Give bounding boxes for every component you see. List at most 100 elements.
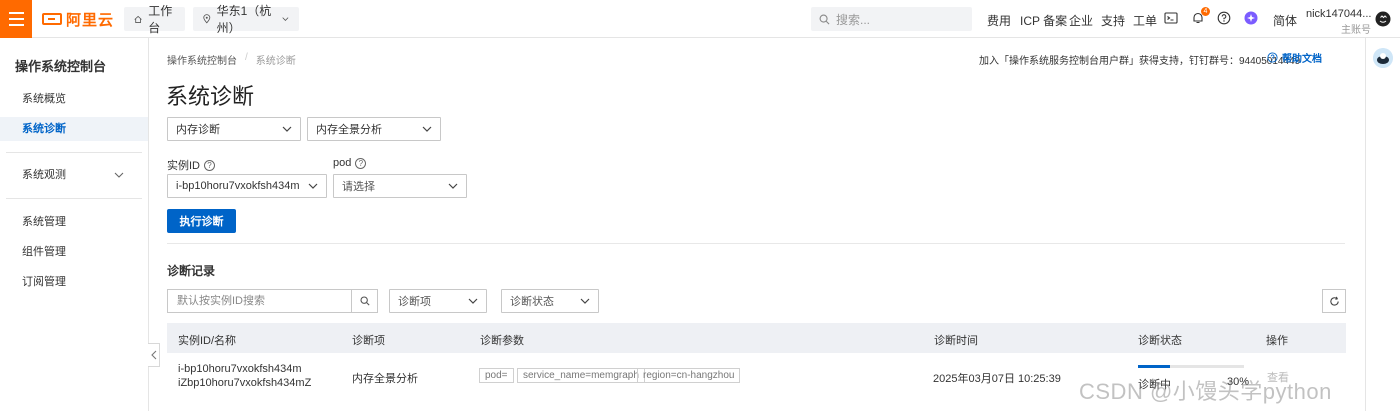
- instance-id-label: 实例ID ?: [167, 157, 215, 173]
- nav-link-icp[interactable]: ICP 备案: [1020, 12, 1067, 29]
- help-circle-icon: [1267, 52, 1278, 63]
- row-item: 内存全景分析: [352, 373, 418, 385]
- sidebar-item-subscription[interactable]: 订阅管理: [0, 270, 148, 294]
- breadcrumb-item-current: 系统诊断: [255, 56, 296, 67]
- refresh-icon: [1329, 296, 1339, 306]
- chevron-down-icon: [580, 298, 590, 304]
- support-group-text: 加入「操作系统服务控制台用户群」获得支持，钉钉群号：94405014449: [979, 56, 1301, 67]
- breadcrumb-item-console[interactable]: 操作系统控制台: [167, 52, 237, 67]
- chevron-down-icon: [468, 298, 478, 304]
- chevron-down-icon: [114, 172, 124, 178]
- global-search[interactable]: 搜索...: [811, 7, 972, 31]
- diagnosis-item-select[interactable]: 内存全景分析: [307, 117, 441, 141]
- question-icon[interactable]: ?: [355, 157, 367, 169]
- aliyun-logo[interactable]: 阿里云: [42, 10, 115, 29]
- assistant-icon: [1373, 48, 1393, 68]
- right-rail: [1365, 38, 1400, 411]
- watermark: CSDN @小馒头学python: [1079, 379, 1332, 404]
- assistant-avatar[interactable]: [1373, 48, 1393, 68]
- column-header: 操作: [1266, 335, 1288, 347]
- run-diagnosis-button[interactable]: 执行诊断: [167, 209, 236, 233]
- pod-select[interactable]: 请选择: [333, 174, 467, 198]
- chevron-down-icon: [422, 126, 432, 132]
- sidebar-divider: [6, 152, 142, 153]
- help-icon[interactable]: [1217, 11, 1231, 25]
- sidebar-item-system-manage[interactable]: 系统管理: [0, 210, 148, 234]
- sidebar: 操作系统控制台 系统概览 系统诊断 系统观测 系统管理 组件管理 订阅管理: [0, 38, 149, 411]
- records-title: 诊断记录: [167, 264, 216, 278]
- select-placeholder: 诊断状态: [510, 296, 554, 308]
- select-value: i-bp10horu7vxokfsh434m: [176, 180, 300, 192]
- filter-status-select[interactable]: 诊断状态: [501, 289, 599, 313]
- search-placeholder: 搜索...: [836, 12, 871, 27]
- filter-item-select[interactable]: 诊断项: [389, 289, 487, 313]
- user-role: 主账号: [1341, 25, 1371, 36]
- status-progress-fill: [1138, 365, 1170, 368]
- chevron-down-icon: [282, 17, 289, 21]
- records-search-input[interactable]: 默认按实例ID搜索: [167, 289, 352, 313]
- breadcrumb: 操作系统控制台 / 系统诊断: [167, 52, 296, 67]
- instance-id-select[interactable]: i-bp10horu7vxokfsh434m: [167, 174, 327, 198]
- nav-link-billing[interactable]: 费用: [987, 12, 1011, 29]
- sidebar-item-overview[interactable]: 系统概览: [0, 87, 148, 111]
- nav-link-ticket[interactable]: 工单: [1133, 12, 1157, 29]
- row-instance-name: iZbp10horu7vxokfsh434mZ: [178, 377, 312, 389]
- status-progress-bar: [1138, 365, 1244, 368]
- select-value: 内存全景分析: [316, 124, 382, 136]
- notification-badge: 4: [1201, 7, 1210, 16]
- workbench-button[interactable]: 工作台: [124, 4, 185, 35]
- column-header: 诊断项: [352, 335, 385, 347]
- nav-link-enterprise[interactable]: 企业: [1069, 12, 1093, 29]
- top-bar: 阿里云 工作台 华东1（杭州） 搜索... 费用 ICP 备案 企业 支持 工单…: [0, 0, 1400, 38]
- logo-text: 阿里云: [66, 11, 115, 29]
- row-instance-id[interactable]: i-bp10horu7vxokfsh434m: [178, 363, 302, 375]
- select-placeholder: 请选择: [342, 181, 375, 193]
- ai-assistant-icon[interactable]: [1244, 11, 1258, 25]
- chevron-down-icon: [448, 183, 458, 189]
- refresh-button[interactable]: [1322, 289, 1346, 313]
- records-search-button[interactable]: [351, 289, 378, 313]
- page-title: 系统诊断: [166, 84, 255, 109]
- sidebar-title: 操作系统控制台: [15, 59, 107, 74]
- chevron-down-icon: [308, 183, 318, 189]
- hamburger-icon: [8, 12, 24, 14]
- user-avatar-icon[interactable]: [1375, 11, 1391, 27]
- records-table-header: 实例ID/名称 诊断项 诊断参数 诊断时间 诊断状态 操作: [167, 323, 1346, 353]
- question-icon[interactable]: ?: [204, 159, 215, 171]
- param-tag: region=cn-hangzhou: [637, 368, 741, 383]
- sidebar-item-observe[interactable]: 系统观测: [0, 163, 148, 187]
- menu-button[interactable]: [0, 0, 32, 38]
- column-header: 诊断参数: [480, 335, 524, 347]
- help-doc-label: 帮助文档: [1282, 54, 1322, 65]
- sidebar-divider: [6, 198, 142, 199]
- nav-link-support[interactable]: 支持: [1101, 12, 1125, 29]
- diagnosis-type-select[interactable]: 内存诊断: [167, 117, 301, 141]
- home-icon: [134, 15, 142, 23]
- search-icon: [359, 296, 370, 306]
- terminal-icon[interactable]: [1164, 11, 1178, 25]
- select-placeholder: 诊断项: [398, 296, 431, 308]
- user-name[interactable]: nick147044...: [1306, 8, 1371, 20]
- column-header: 诊断状态: [1138, 335, 1182, 347]
- aliyun-logo-icon: [42, 13, 62, 25]
- sidebar-item-label: 系统观测: [22, 169, 66, 181]
- location-icon: [203, 14, 211, 24]
- row-time: 2025年03月07日 10:25:39: [933, 373, 1061, 385]
- column-header: 诊断时间: [934, 335, 978, 347]
- section-divider: [167, 243, 1345, 244]
- sidebar-item-diagnosis[interactable]: 系统诊断: [0, 117, 148, 141]
- pod-label: pod ?: [333, 157, 367, 169]
- param-tag: pod=: [479, 368, 514, 383]
- chevron-left-icon: [150, 350, 156, 360]
- breadcrumb-separator: /: [245, 52, 248, 63]
- param-tag: service_name=memgraph: [517, 368, 645, 383]
- column-header: 实例ID/名称: [178, 335, 237, 347]
- select-value: 内存诊断: [176, 124, 220, 136]
- sidebar-item-component-manage[interactable]: 组件管理: [0, 240, 148, 264]
- help-doc-link[interactable]: 帮助文档: [1267, 50, 1322, 65]
- sidebar-collapse-button[interactable]: [148, 343, 160, 367]
- language-switch[interactable]: 简体: [1273, 12, 1297, 29]
- region-selector[interactable]: 华东1（杭州）: [193, 4, 299, 35]
- chevron-down-icon: [282, 126, 292, 132]
- workbench-label: 工作台: [148, 4, 173, 35]
